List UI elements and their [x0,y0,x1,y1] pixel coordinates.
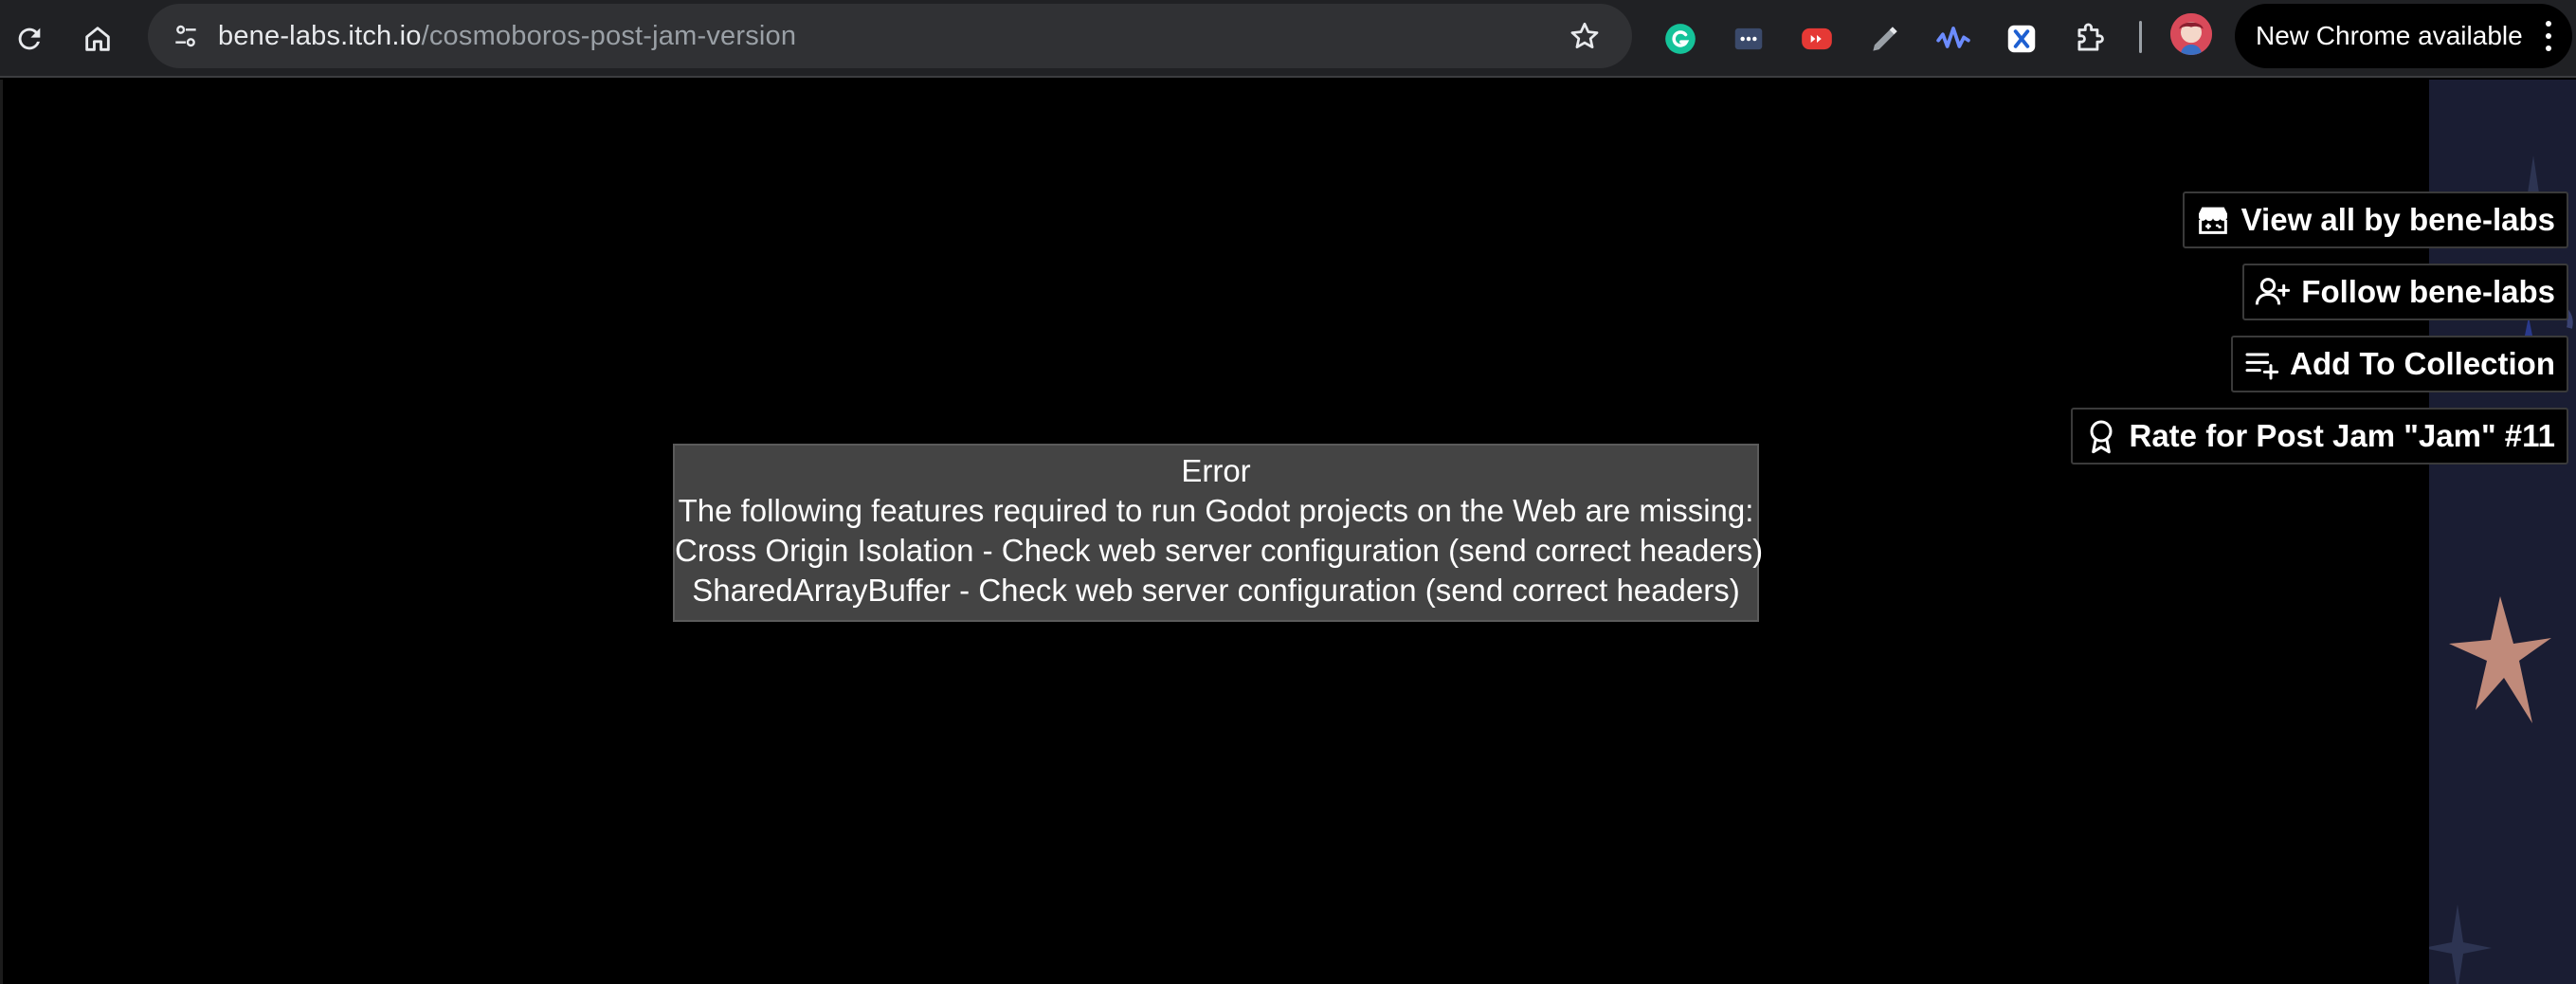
itchio-store-icon [2198,207,2227,234]
url-text[interactable]: bene-labs.itch.io/cosmoboros-post-jam-ve… [218,21,796,52]
game-page: View all by bene-labs Follow bene-labs A… [0,80,2576,984]
puzzle-icon [2077,23,2104,51]
add-to-collection-label: Add To Collection [2290,346,2555,381]
url-path: /cosmoboros-post-jam-version [421,21,797,51]
user-plus-icon [2256,278,2291,305]
add-to-collection-button[interactable]: Add To Collection [2231,336,2568,392]
new-chrome-available-button[interactable]: New Chrome available [2235,4,2572,68]
pen-icon [1873,27,1897,51]
star-icon [1570,22,1599,49]
error-title: Error [1181,453,1251,488]
view-all-by-author-button[interactable]: View all by bene-labs [2182,191,2568,248]
kebab-menu-icon[interactable] [2544,21,2553,51]
reload-icon [18,27,41,50]
url-host: bene-labs.itch.io [218,21,422,51]
bookmark-button[interactable] [1564,15,1605,57]
home-button[interactable] [72,13,123,64]
youtube-extension-icon [1802,27,1832,50]
error-message-line: Cross Origin Isolation - Check web serve… [675,533,1764,568]
follow-author-button[interactable]: Follow bene-labs [2242,264,2568,320]
youtube-extension[interactable] [1793,15,1841,63]
address-bar[interactable]: bene-labs.itch.io/cosmoboros-post-jam-ve… [148,4,1632,68]
x-extension-icon [2007,25,2036,53]
waveform-extension[interactable] [1930,15,1977,63]
rate-label: Rate for Post Jam "Jam" #11 [2129,418,2556,453]
grammarly-icon [1665,24,1696,54]
extensions-menu-button[interactable] [2066,15,2113,63]
award-ribbon-icon [2090,420,2112,454]
avatar-icon [2170,13,2212,55]
godot-error-dialog: Error The following features required to… [673,444,1764,622]
tune-icon [175,25,196,47]
grammarly-extension[interactable] [1657,15,1704,63]
page-left-edge [0,80,3,984]
dots-extension[interactable] [1725,15,1772,63]
playlist-add-icon [2245,353,2279,380]
dots-extension-icon [1734,27,1763,50]
error-message-line: The following features required to run G… [678,493,1754,528]
site-info-button[interactable] [161,11,210,61]
pen-extension[interactable] [1861,15,1909,63]
update-chip-label: New Chrome available [2256,21,2523,50]
error-message-line: SharedArrayBuffer - Check web server con… [692,573,1740,608]
x-extension[interactable] [1998,15,2045,63]
home-icon [85,27,110,51]
toolbar-divider [2139,21,2142,53]
reload-button[interactable] [4,13,55,64]
waveform-icon [1936,27,1970,48]
profile-avatar[interactable] [2170,13,2212,55]
follow-label: Follow bene-labs [2301,274,2555,309]
rate-game-button[interactable]: Rate for Post Jam "Jam" #11 [2070,408,2568,465]
game-actions-panel: View all by bene-labs Follow bene-labs A… [2070,191,2568,465]
browser-toolbar: bene-labs.itch.io/cosmoboros-post-jam-ve… [0,0,2576,78]
view-all-label: View all by bene-labs [2240,202,2555,237]
